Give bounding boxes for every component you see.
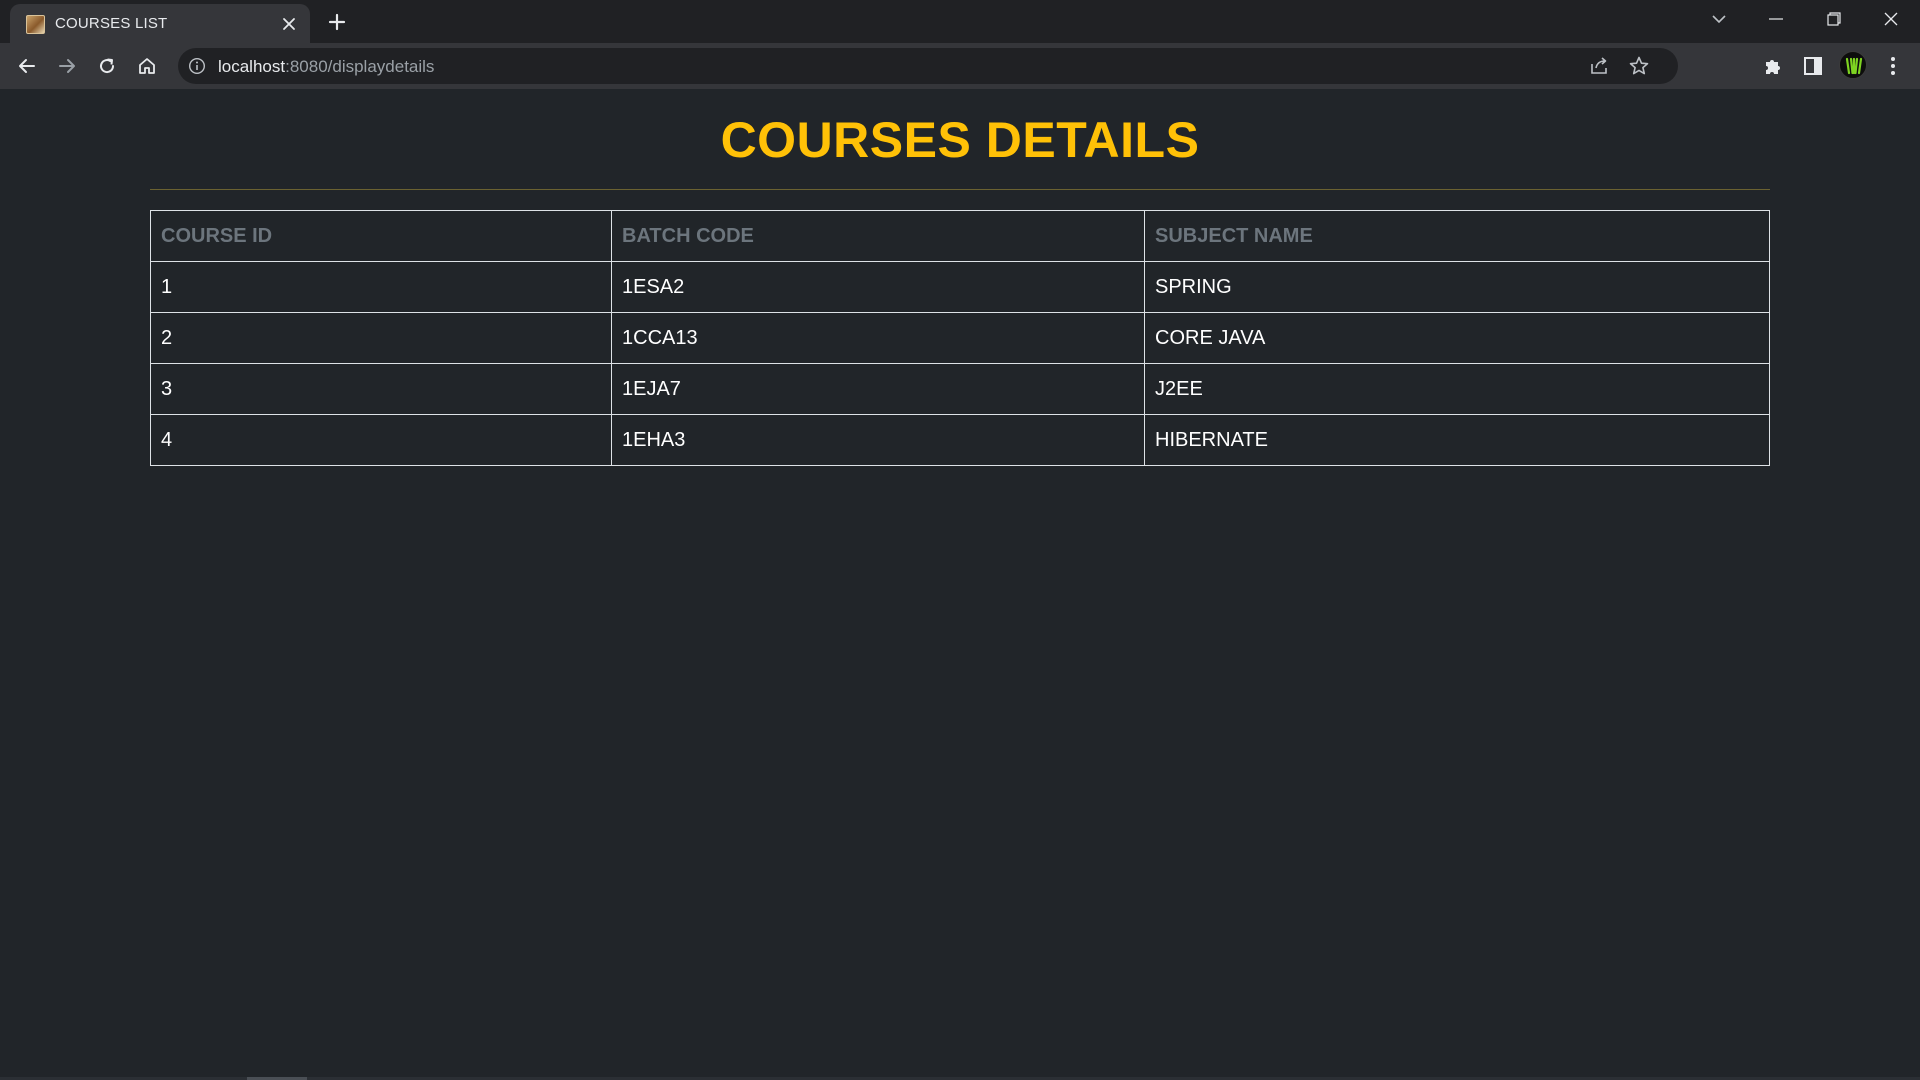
browser-menu-icon[interactable] (1881, 54, 1905, 78)
profile-monster-logo-icon (1845, 57, 1863, 75)
share-icon[interactable] (1588, 55, 1612, 77)
batch-code-cell: 1ESA2 (611, 261, 1145, 313)
close-tab-icon[interactable] (278, 13, 300, 35)
batch-code-cell: 1EHA3 (611, 414, 1145, 466)
url-text: localhost:8080/displaydetails (218, 57, 434, 77)
restore-icon[interactable] (1805, 0, 1863, 38)
browser-toolbar: localhost:8080/displaydetails (0, 43, 1920, 89)
back-icon[interactable] (11, 50, 43, 82)
url-path: :8080/displaydetails (285, 57, 435, 76)
heading-divider (150, 189, 1770, 190)
bookmark-star-icon[interactable] (1628, 55, 1652, 77)
subject-name-cell: SPRING (1144, 261, 1770, 313)
subject-name-cell: CORE JAVA (1144, 312, 1770, 364)
site-favicon-icon (26, 15, 45, 34)
tab-courses-list[interactable]: COURSES LIST (10, 4, 310, 43)
column-header-batch-code: BATCH CODE (611, 210, 1145, 262)
tab-search-chevron-icon[interactable] (1690, 0, 1748, 38)
url-host: localhost (218, 57, 286, 76)
course-id-cell: 3 (150, 363, 612, 415)
subject-name-cell: J2EE (1144, 363, 1770, 415)
batch-code-cell: 1CCA13 (611, 312, 1145, 364)
courses-table: COURSE ID BATCH CODE SUBJECT NAME 1 1ESA… (150, 210, 1770, 466)
reload-icon[interactable] (91, 50, 123, 82)
column-header-subject-name: SUBJECT NAME (1144, 210, 1770, 262)
subject-name-cell: HIBERNATE (1144, 414, 1770, 466)
tab-title: COURSES LIST (55, 15, 168, 32)
minimize-icon[interactable] (1747, 0, 1805, 38)
table-row: 4 1EHA3 HIBERNATE (150, 414, 1770, 466)
course-id-cell: 4 (150, 414, 612, 466)
site-info-icon[interactable] (188, 57, 206, 75)
side-panel-icon[interactable] (1801, 54, 1825, 78)
batch-code-cell: 1EJA7 (611, 363, 1145, 415)
page-title: COURSES DETAILS (720, 112, 1200, 168)
tab-strip: COURSES LIST (0, 0, 1920, 43)
profile-avatar[interactable] (1839, 51, 1867, 79)
course-id-cell: 1 (150, 261, 612, 313)
table-row: 2 1CCA13 CORE JAVA (150, 312, 1770, 364)
close-window-icon[interactable] (1862, 0, 1920, 38)
table-header-row: COURSE ID BATCH CODE SUBJECT NAME (150, 210, 1770, 262)
forward-icon[interactable] (51, 50, 83, 82)
extensions-puzzle-icon[interactable] (1761, 54, 1785, 78)
course-id-cell: 2 (150, 312, 612, 364)
table-row: 1 1ESA2 SPRING (150, 261, 1770, 313)
page-content: COURSES DETAILS COURSE ID BATCH CODE SUB… (0, 89, 1920, 1080)
new-tab-icon[interactable] (323, 8, 351, 36)
table-row: 3 1EJA7 J2EE (150, 363, 1770, 415)
home-icon[interactable] (131, 50, 163, 82)
address-bar[interactable]: localhost:8080/displaydetails (178, 48, 1678, 84)
column-header-course-id: COURSE ID (150, 210, 612, 262)
